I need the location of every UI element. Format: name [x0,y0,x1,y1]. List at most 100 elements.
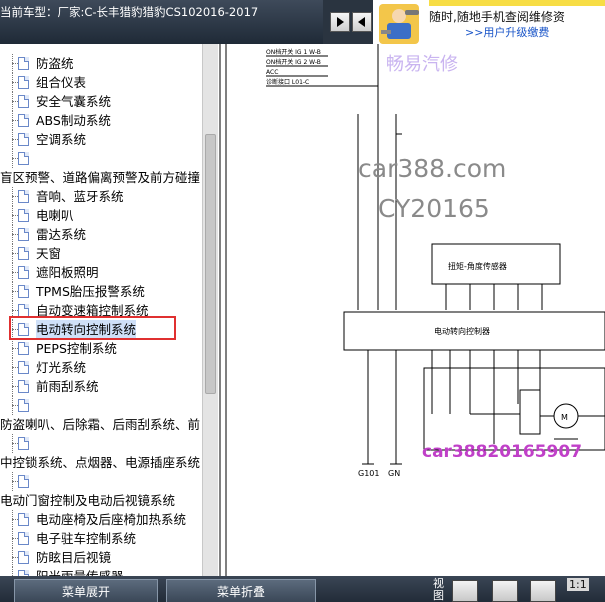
tree-item[interactable]: 电动座椅及后座椅加热系统 [0,510,202,529]
tree-item-label: 前雨刮系统 [36,379,99,394]
document-icon [18,285,29,298]
vehicle-title: 当前车型：厂家:C-长丰猎豹猎豹CS102016-2017 [0,5,319,20]
tree-item[interactable]: 防盗统 [0,54,202,73]
code-watermark: CY20165 [378,194,490,223]
document-icon [18,361,29,374]
prev-page-button[interactable] [352,12,372,32]
tree-scrollbar-thumb[interactable] [205,134,216,394]
tree-item-label: 电喇叭 [36,208,74,223]
tree-item-label: 防盗喇叭、后除霜、后雨刮系统、前 [0,417,201,432]
document-icon [18,399,29,412]
sensor-label: 扭矩-角度传感器 [448,261,507,271]
view-fit-button[interactable] [530,580,556,602]
bottom-toolbar: 菜单展开 菜单折叠 视图 1:1 [0,576,605,602]
zoom-level: 1:1 [567,578,589,591]
document-icon [18,95,29,108]
document-icon [18,76,29,89]
tree-item-label: ABS制动系统 [36,113,111,128]
promo-text: 随时,随地手机查阅维修资 [429,10,565,24]
view-label: 视图 [433,577,444,602]
tree-item[interactable]: 音响、蓝牙系统 [0,187,202,206]
tree-item[interactable]: 前雨刮系统 [0,377,202,396]
tree-item-label: 电子驻车控制系统 [36,531,137,546]
document-icon [18,152,29,165]
tree-item[interactable]: 电喇叭 [0,206,202,225]
ground-left-label: G101 [358,469,379,478]
tree-item[interactable] [0,149,202,168]
document-icon [18,513,29,526]
tree-item[interactable]: ABS制动系统 [0,111,202,130]
navigation-buttons [323,0,373,44]
tree-item-label: 安全气囊系统 [36,94,112,109]
tree-folder[interactable]: 中控锁系统、点烟器、电源插座系统 [0,453,202,472]
tree-item-label: 防盗统 [36,56,74,71]
brand-watermark: 畅易汽修 [386,54,458,75]
tree-item-label: 盲区预警、道路偏离预警及前方碰撞 [0,170,201,185]
motor-label: M [561,413,568,422]
tree-item-label: 电动门窗控制及电动后视镜系统 [0,493,176,508]
document-icon [18,114,29,127]
document-icon [18,247,29,260]
tree-item-label: 天窗 [36,246,62,261]
tree-item[interactable] [0,472,202,491]
tree-folder[interactable]: 盲区预警、道路偏离预警及前方碰撞 [0,168,202,187]
tree-item[interactable]: 防眩目后视镜 [0,548,202,567]
tree-item[interactable]: 雷达系统 [0,225,202,244]
note-3: ACC [266,69,278,76]
document-icon [18,57,29,70]
tree-item[interactable]: 电子驻车控制系统 [0,529,202,548]
tree-item[interactable] [0,396,202,415]
wiring-diagram[interactable]: ON档开关 IG 1 W-B ON档开关 IG 2 W-B ACC 诊断接口 L… [218,44,605,576]
view-next-button[interactable] [492,580,518,602]
tree-scrollbar[interactable] [202,44,218,576]
upgrade-link[interactable]: >>用户升级缴费 [465,24,549,40]
mechanic-mascot-icon [379,4,419,44]
collapse-menu-button[interactable]: 菜单折叠 [166,579,316,602]
view-prev-button[interactable] [452,580,478,602]
circuit-drawing: ON档开关 IG 1 W-B ON档开关 IG 2 W-B ACC 诊断接口 L… [219,44,605,576]
document-icon [18,532,29,545]
document-icon [18,209,29,222]
tree-item[interactable] [0,434,202,453]
expand-menu-button[interactable]: 菜单展开 [14,579,158,602]
tree-item-label: 灯光系统 [36,360,87,375]
tree-item-label: 组合仪表 [36,75,87,90]
promo-strip [429,0,605,6]
menu-tree: 防盗统组合仪表安全气囊系统 ABS制动系统 空调系统盲区预警、道路偏离预警及前方碰撞… [0,44,202,576]
document-icon [18,228,29,241]
tree-item-label: 电动座椅及后座椅加热系统 [36,512,187,527]
next-page-button[interactable] [330,12,350,32]
tree-item[interactable]: TPMS胎压报警系统 [0,282,202,301]
tree-item-label: 雷达系统 [36,227,87,242]
tree-item[interactable]: 天窗 [0,244,202,263]
tree-item[interactable]: 灯光系统 [0,358,202,377]
prev-arrow-icon [358,17,365,27]
tree-item[interactable]: 组合仪表 [0,73,202,92]
tree-folder[interactable]: 防盗喇叭、后除霜、后雨刮系统、前 [0,415,202,434]
combo-watermark: car38820165907 [422,442,583,462]
document-icon [18,190,29,203]
tree-item-label: 空调系统 [36,132,87,147]
tree-folder[interactable]: 电动门窗控制及电动后视镜系统 [0,491,202,510]
next-arrow-icon [337,17,344,27]
ground-mid-label: GN [388,469,400,478]
promo-banner[interactable]: 随时,随地手机查阅维修资 >>用户升级缴费 [373,0,605,48]
tree-item[interactable]: 阳光雨量传感器 [0,567,202,576]
selected-item-highlight [9,316,176,340]
module-label: 电动转向控制器 [434,326,490,336]
tree-item-label: 防眩目后视镜 [36,550,112,565]
tree-item[interactable]: PEPS控制系统 [0,339,202,358]
note-4: 诊断接口 L01-C [266,78,309,86]
document-icon [18,475,29,488]
tree-item-label: 遮阳板照明 [36,265,99,280]
site-watermark: car388.com [358,154,507,183]
app-window: 当前车型：厂家:C-长丰猎豹猎豹CS102016-2017 随时,随地手机查阅维… [0,0,605,602]
tree-item[interactable]: 安全气囊系统 [0,92,202,111]
tree-item[interactable]: 空调系统 [0,130,202,149]
document-icon [18,133,29,146]
tree-item-label: 音响、蓝牙系统 [36,189,124,204]
tree-item[interactable]: 遮阳板照明 [0,263,202,282]
tree-item-label: PEPS控制系统 [36,341,117,356]
vehicle-model: 厂家:C-长丰猎豹猎豹CS102016-2017 [57,5,259,19]
document-icon [18,437,29,450]
